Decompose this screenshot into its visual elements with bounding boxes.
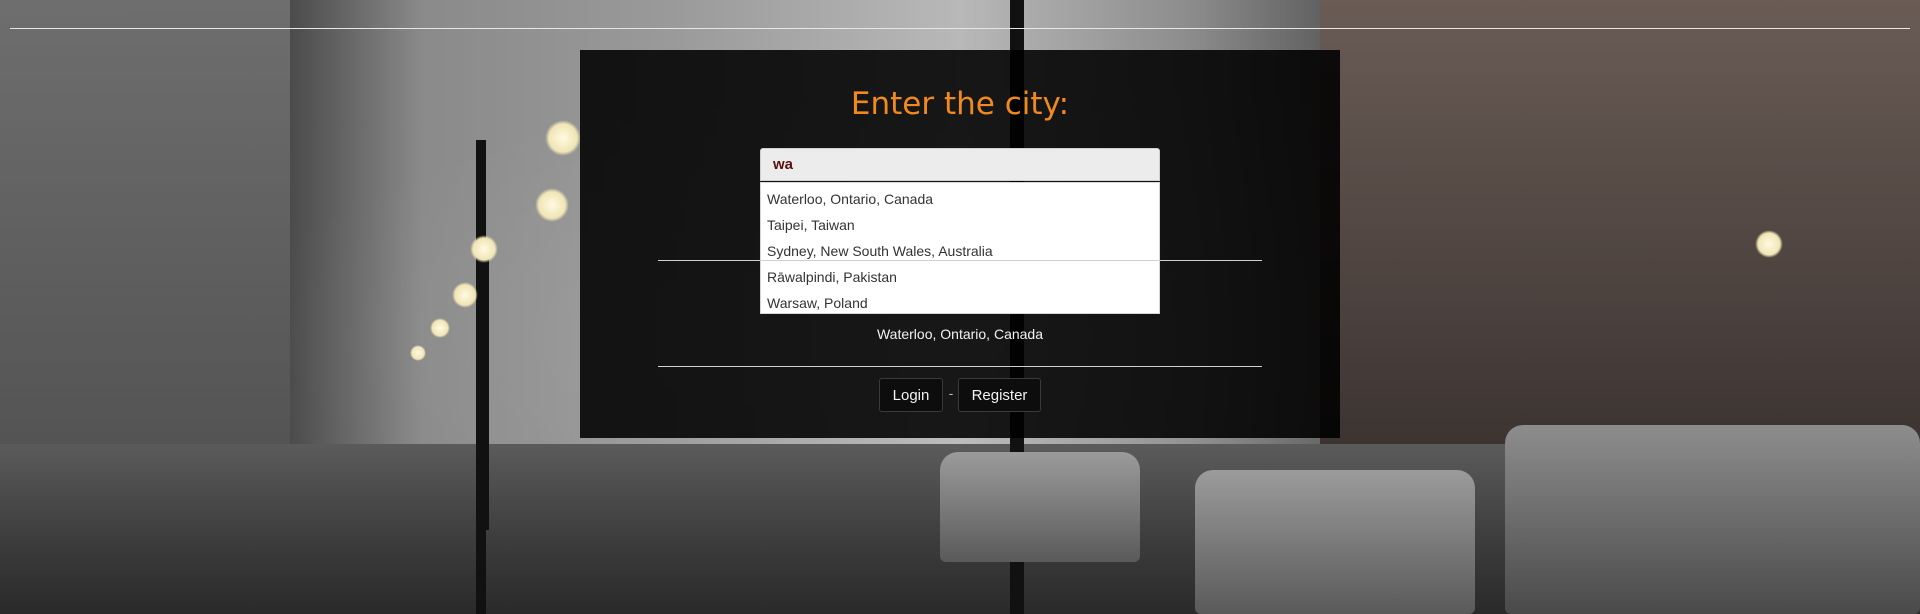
register-button[interactable]: Register (958, 378, 1041, 412)
suggestion-item[interactable]: Waterloo, Ontario, Canada (761, 186, 1159, 212)
divider (658, 260, 1262, 261)
suggestion-item[interactable]: Warsaw, Poland (761, 290, 1159, 316)
background-car (940, 452, 1140, 562)
background-car (1195, 470, 1475, 614)
background-building-right (1320, 0, 1920, 470)
background-lamp (452, 282, 478, 308)
autocomplete-dropdown: Waterloo, Ontario, Canada Taipei, Taiwan… (760, 182, 1160, 314)
login-button[interactable]: Login (879, 378, 943, 412)
background-lamp-pole (483, 250, 489, 530)
background-lamp (410, 345, 426, 361)
background-suv (1505, 425, 1920, 614)
page-title: Enter the city: (850, 86, 1070, 122)
background-lamp (470, 235, 498, 263)
divider (658, 366, 1262, 367)
background-lamp (1755, 230, 1783, 258)
auth-separator: - (948, 385, 954, 401)
suggestion-item[interactable]: Rāwalpindi, Pakistan (761, 264, 1159, 290)
suggestion-item[interactable]: Taipei, Taiwan (761, 212, 1159, 238)
background-lamp (535, 188, 569, 222)
city-search-input[interactable] (760, 148, 1160, 181)
top-divider (10, 28, 1910, 29)
background-lamp (545, 120, 581, 156)
selected-city-label: Waterloo, Ontario, Canada (876, 326, 1043, 342)
